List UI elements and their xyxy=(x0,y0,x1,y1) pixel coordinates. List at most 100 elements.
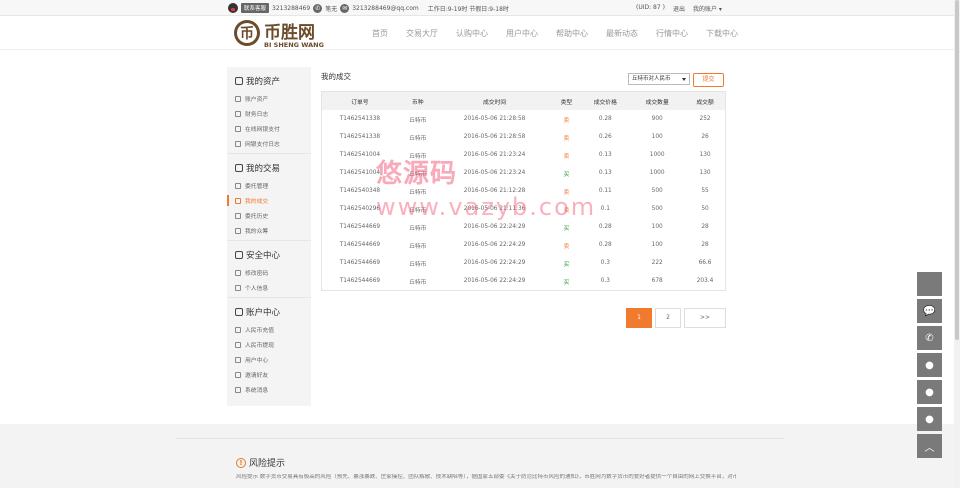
sidebar-divider xyxy=(227,153,311,154)
contact-info: 联系客服 3213288469 ✆ 笔无 ✉ 3213288469@qq.com… xyxy=(228,3,509,13)
group-icon xyxy=(235,308,243,316)
wechat-float-button[interactable]: 💬 xyxy=(917,299,942,323)
qq-float-button-3[interactable]: ● xyxy=(917,407,942,431)
top-bar: 联系客服 3213288469 ✆ 笔无 ✉ 3213288469@qq.com… xyxy=(0,0,960,16)
nav-item[interactable]: 交易大厅 xyxy=(406,28,438,39)
sidebar-item[interactable]: 财务日志 xyxy=(235,106,311,121)
sidebar-item[interactable]: 账户资产 xyxy=(235,91,311,106)
qq-service-icon: ● xyxy=(925,413,934,425)
sidebar-item-label: 我的成交 xyxy=(245,199,269,205)
table-cell: 丘特币 xyxy=(409,207,427,214)
nav-item[interactable]: 首页 xyxy=(372,28,388,39)
sidebar-item-icon xyxy=(235,125,241,132)
my-account-menu[interactable]: 我的账户 ▾ xyxy=(693,4,722,13)
table-cell: 66.6 xyxy=(698,260,712,266)
table-cell: 678 xyxy=(651,278,663,284)
sidebar-item[interactable]: 邀请好友 xyxy=(235,367,311,382)
email-address: 3213288469@qq.com xyxy=(352,4,419,12)
table-cell: 1000 xyxy=(649,170,665,176)
sidebar-item-label: 在线网银支付 xyxy=(245,127,280,133)
qq-service-icon: ● xyxy=(925,359,934,371)
qq-float-button-2[interactable]: ● xyxy=(917,380,942,404)
table-cell: 222 xyxy=(651,260,663,266)
sidebar-group: 安全中心 修改密码 个人信息 xyxy=(227,245,311,298)
nav-item[interactable]: 最新动态 xyxy=(606,28,638,39)
qq-icon xyxy=(228,3,238,13)
sidebar-item[interactable]: 系统消息 xyxy=(235,382,311,397)
table-cell: T1462544669 xyxy=(339,260,381,266)
sidebar-item-label: 我的众筹 xyxy=(245,229,269,235)
sidebar-item-icon xyxy=(235,182,241,189)
warning-icon: ! xyxy=(236,457,246,468)
logout-link[interactable]: 退出 xyxy=(673,4,685,13)
sidebar-item[interactable]: 网银支付日志 xyxy=(235,136,311,151)
qq-service-icon: ● xyxy=(925,386,934,398)
nav-item[interactable]: 行情中心 xyxy=(656,28,688,39)
sidebar-item[interactable]: 用户中心 xyxy=(235,352,311,367)
scrollbar[interactable] xyxy=(954,0,960,488)
column-header: 类型 xyxy=(560,99,573,106)
risk-text: 风险提示 数字货币交易具有极高的风险（预先、暴涨暴跌、庄家操控、团队解散、技术缺… xyxy=(236,474,736,480)
contact-support-button[interactable]: 联系客服 xyxy=(241,3,270,13)
currency-pair-select[interactable]: 丘特币对人民币 xyxy=(628,73,690,85)
sidebar-item[interactable]: 委托管理 xyxy=(235,178,311,193)
page-button[interactable]: 1 xyxy=(626,308,652,328)
table-cell: 252 xyxy=(699,116,711,122)
table-cell: 丘特币 xyxy=(409,279,427,286)
submit-button[interactable]: 提交 xyxy=(693,73,724,87)
table-cell: T1462541004 xyxy=(339,170,381,176)
sidebar-group: 我的资产 账户资产 财务日志在线网银支付 网银支付日志 xyxy=(227,71,311,154)
scrollbar-thumb[interactable] xyxy=(955,0,959,340)
table-cell: 卖 xyxy=(563,189,570,196)
nav-item[interactable]: 用户中心 xyxy=(506,28,538,39)
column-header: 成交时间 xyxy=(482,99,507,106)
sidebar-item[interactable]: 在线网银支付 xyxy=(235,121,311,136)
next-page-button[interactable]: >> xyxy=(684,308,726,328)
sidebar-item-icon xyxy=(235,212,241,219)
wechat-label: 笔无 xyxy=(325,5,338,13)
column-header: 币种 xyxy=(411,99,424,106)
table-body: T1462541338 丘特币 2016-05-06 21:28:58 卖 0.28 90… xyxy=(322,110,725,290)
back-to-top-button[interactable]: ︿ xyxy=(917,434,942,458)
risk-heading: ! 风险提示 xyxy=(236,456,285,469)
chevron-up-icon: ︿ xyxy=(924,442,935,454)
sidebar-item[interactable]: 人民币提现 xyxy=(235,337,311,352)
sidebar-item[interactable]: 人民币充值 xyxy=(235,322,311,337)
sidebar-item-label: 人民币提现 xyxy=(245,343,274,349)
table-cell: 买 xyxy=(563,261,570,268)
page-button[interactable]: 2 xyxy=(655,308,681,328)
sidebar-item-icon xyxy=(235,371,241,378)
sidebar-item-icon xyxy=(235,197,241,204)
qq-float-button-1[interactable]: ● xyxy=(917,353,942,377)
email-icon: ✉ xyxy=(340,3,350,13)
phone-icon: ✆ xyxy=(313,3,323,13)
sidebar-item[interactable]: 我的众筹 xyxy=(235,223,311,238)
page-title: 我的成交 xyxy=(321,72,351,81)
sidebar-item-label: 网银支付日志 xyxy=(245,142,280,148)
sidebar-item[interactable]: 个人信息 xyxy=(235,280,311,295)
sidebar-item[interactable]: 我的成交 xyxy=(227,193,311,208)
column-header: 成交数量 xyxy=(645,99,669,106)
table-cell: 0.28 xyxy=(598,242,612,248)
table-row: T1462544669 丘特币 2016-05-06 22:24:29 买 0.3 222… xyxy=(322,254,725,272)
sidebar-item-icon xyxy=(235,326,241,333)
account-links: (UID: 87 ) 退出 我的账户 ▾ xyxy=(636,4,722,13)
sidebar-item[interactable]: 委托历史 xyxy=(235,208,311,223)
sidebar-group-title: 我的资产 xyxy=(235,71,311,91)
table-cell: T1462544669 xyxy=(339,242,381,248)
table-cell: 0.3 xyxy=(600,260,610,266)
nav-item[interactable]: 下载中心 xyxy=(706,28,738,39)
float-blank-button[interactable] xyxy=(917,272,942,296)
sidebar-item-icon xyxy=(235,227,241,234)
table-row: T1462544669 丘特币 2016-05-06 22:24:29 卖 0.28 10… xyxy=(322,236,725,254)
table-cell: T1462541004 xyxy=(339,152,381,158)
table-cell: 卖 xyxy=(563,135,570,142)
sidebar-item-label: 系统消息 xyxy=(245,388,269,394)
sidebar-item-label: 用户中心 xyxy=(245,358,269,364)
site-logo[interactable]: 币 币胜网 BI SHENG WANG xyxy=(232,19,362,49)
nav-item[interactable]: 帮助中心 xyxy=(556,28,588,39)
sidebar-item[interactable]: 修改密码 xyxy=(235,265,311,280)
sidebar-item-icon xyxy=(235,110,241,117)
nav-item[interactable]: 认购中心 xyxy=(456,28,488,39)
phone-float-button[interactable]: ✆ xyxy=(917,326,942,350)
